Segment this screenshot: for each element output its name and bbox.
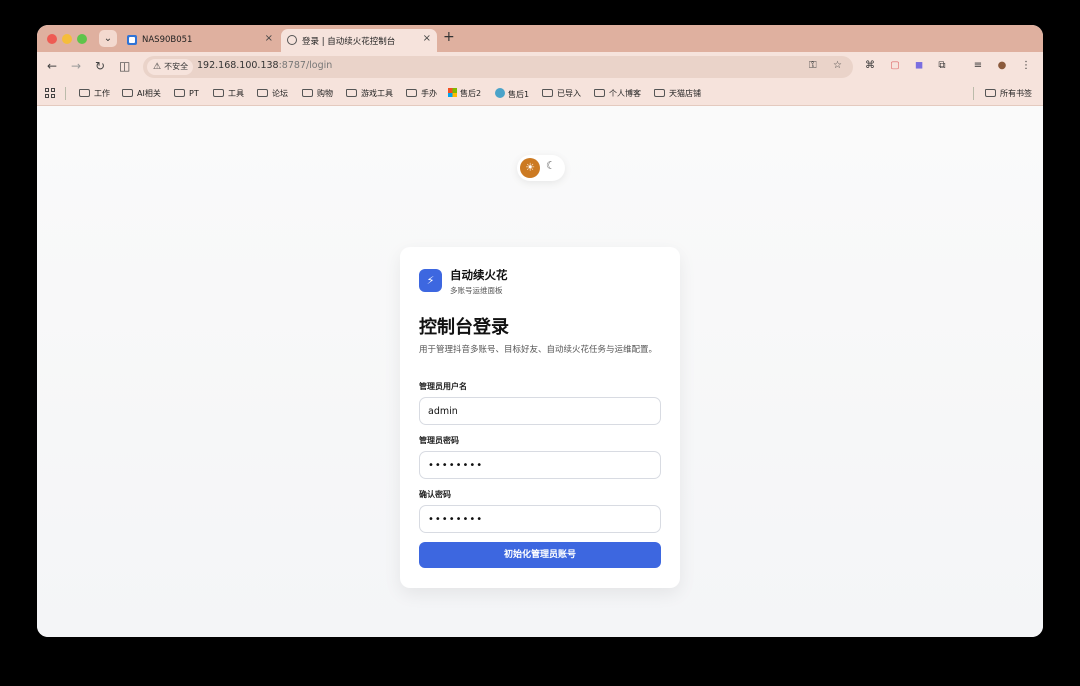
folder-icon <box>122 89 133 97</box>
warning-icon: ⚠ <box>153 62 162 72</box>
url-path: :8787/login <box>278 60 333 71</box>
globe-favicon-icon <box>287 35 297 45</box>
username-input[interactable] <box>419 397 661 425</box>
security-chip[interactable]: ⚠ 不安全 <box>147 59 194 75</box>
bookmark-label: 售后1 <box>508 90 530 99</box>
tab-bar: ⌄ NAS90B051 × 登录 | 自动续火花控制台 × + <box>37 25 1043 52</box>
browser-window: ⌄ NAS90B051 × 登录 | 自动续火花控制台 × + ← → ↻ ◫ … <box>37 25 1043 637</box>
minimize-window-button[interactable] <box>62 34 72 44</box>
new-tab-button[interactable]: + <box>443 29 455 45</box>
bookmark-folder-imported[interactable]: 已导入 <box>542 88 581 100</box>
security-label: 不安全 <box>164 62 189 71</box>
sun-icon[interactable]: ☀ <box>520 158 540 178</box>
bookmark-label: 游戏工具 <box>361 89 393 98</box>
nas-favicon-icon <box>127 35 137 45</box>
extension-3-icon[interactable]: ◼ <box>912 59 926 73</box>
bookmark-label: AI相关 <box>137 89 161 98</box>
moon-icon[interactable]: ☾ <box>546 159 556 172</box>
folder-icon <box>79 89 90 97</box>
bookmark-label: 手办 <box>421 89 437 98</box>
lightning-icon: ⚡ <box>419 269 442 292</box>
bookmark-folder-forum[interactable]: 论坛 <box>257 88 288 100</box>
extension-2-icon[interactable]: ▢ <box>888 59 902 73</box>
theme-toggle[interactable]: ☀ ☾ <box>517 155 565 181</box>
bookmark-label: 所有书签 <box>1000 89 1032 98</box>
page-title: 控制台登录 <box>419 317 509 338</box>
bookmark-folder-figures[interactable]: 手办 <box>406 88 437 100</box>
url-host: 192.168.100.138 <box>197 60 279 71</box>
brand-subtitle: 多账号运维面板 <box>450 286 503 295</box>
init-admin-button[interactable]: 初始化管理员账号 <box>419 542 661 568</box>
folder-icon <box>302 89 313 97</box>
tab-title: NAS90B051 <box>142 35 193 45</box>
bookmark-aftersales-1[interactable]: 售后1 <box>495 88 529 101</box>
bookmark-label: 已导入 <box>557 89 581 98</box>
forward-icon[interactable]: → <box>71 59 81 73</box>
folder-icon <box>542 89 553 97</box>
login-card: ⚡ 自动续火花 多账号运维面板 控制台登录 用于管理抖音多账号、目标好友、自动续… <box>400 247 680 588</box>
folder-icon <box>654 89 665 97</box>
tab-close-icon[interactable]: × <box>265 33 273 44</box>
folder-icon <box>985 89 996 97</box>
folder-icon <box>213 89 224 97</box>
menu-kebab-icon[interactable]: ⋮ <box>1019 59 1033 73</box>
bookmark-star-icon[interactable]: ☆ <box>833 60 842 71</box>
tab-title: 登录 | 自动续火花控制台 <box>302 37 396 47</box>
username-label: 管理员用户名 <box>419 382 467 391</box>
bookmark-folder-shopping[interactable]: 购物 <box>302 88 333 100</box>
close-window-button[interactable] <box>47 34 57 44</box>
back-icon[interactable]: ← <box>47 59 57 73</box>
reading-list-icon[interactable]: ≡ <box>971 59 985 73</box>
address-bar[interactable]: ⚠ 不安全 192.168.100.138:8787/login ⚿ ☆ <box>143 56 853 78</box>
profile-avatar-icon[interactable]: ● <box>995 59 1009 73</box>
bookmark-label: 论坛 <box>272 89 288 98</box>
tab-search-chevron-icon[interactable]: ⌄ <box>99 30 117 47</box>
bookmark-label: 购物 <box>317 89 333 98</box>
bookmark-label: 工作 <box>94 89 110 98</box>
bookmark-aftersales-2[interactable]: 售后2 <box>448 88 481 100</box>
bookmark-folder-game-tools[interactable]: 游戏工具 <box>346 88 393 100</box>
all-bookmarks-folder[interactable]: 所有书签 <box>985 88 1032 100</box>
folder-icon <box>346 89 357 97</box>
bookmark-folder-tools[interactable]: 工具 <box>213 88 244 100</box>
divider <box>973 87 974 100</box>
password-input[interactable] <box>419 451 661 479</box>
url-text[interactable]: 192.168.100.138:8787/login <box>197 60 332 71</box>
folder-icon <box>594 89 605 97</box>
extension-1-icon[interactable]: ⌘ <box>863 59 877 73</box>
tab-login[interactable]: 登录 | 自动续火花控制台 × <box>281 29 437 52</box>
page-content: ☀ ☾ ⚡ 自动续火花 多账号运维面板 控制台登录 用于管理抖音多账号、目标好友… <box>37 106 1043 637</box>
bookmark-label: 售后2 <box>460 89 482 98</box>
divider <box>65 87 66 100</box>
password-key-icon[interactable]: ⚿ <box>809 60 817 71</box>
bookmark-folder-work[interactable]: 工作 <box>79 88 110 100</box>
bookmark-folder-pt[interactable]: PT <box>174 88 199 100</box>
bookmark-label: PT <box>189 89 199 98</box>
page-description: 用于管理抖音多账号、目标好友、自动续火花任务与运维配置。 <box>419 345 658 355</box>
tab-nas[interactable]: NAS90B051 × <box>121 29 279 52</box>
folder-icon <box>257 89 268 97</box>
folder-icon <box>406 89 417 97</box>
microsoft-logo-icon <box>448 88 457 97</box>
split-view-icon[interactable]: ◫ <box>119 59 130 73</box>
tab-close-icon[interactable]: × <box>423 33 431 44</box>
globe-icon <box>495 88 505 98</box>
bookmark-label: 天猫店铺 <box>669 89 701 98</box>
confirm-password-label: 确认密码 <box>419 490 451 499</box>
maximize-window-button[interactable] <box>77 34 87 44</box>
reload-icon[interactable]: ↻ <box>95 59 105 73</box>
bookmarks-bar: 工作 AI相关 PT 工具 论坛 购物 游戏工具 手办 售后2 售后1 已导入 … <box>37 82 1043 106</box>
folder-icon <box>174 89 185 97</box>
confirm-password-input[interactable] <box>419 505 661 533</box>
password-label: 管理员密码 <box>419 436 459 445</box>
browser-toolbar: ← → ↻ ◫ ⚠ 不安全 192.168.100.138:8787/login … <box>37 52 1043 82</box>
extensions-puzzle-icon[interactable]: ⧉ <box>935 59 949 73</box>
brand-name: 自动续火花 <box>450 268 508 282</box>
bookmark-folder-blog[interactable]: 个人博客 <box>594 88 641 100</box>
bookmark-label: 个人博客 <box>609 89 641 98</box>
bookmark-folder-ai[interactable]: AI相关 <box>122 88 161 100</box>
apps-grid-icon[interactable] <box>45 88 56 99</box>
bookmark-folder-tmall[interactable]: 天猫店铺 <box>654 88 701 100</box>
bookmark-label: 工具 <box>228 89 244 98</box>
